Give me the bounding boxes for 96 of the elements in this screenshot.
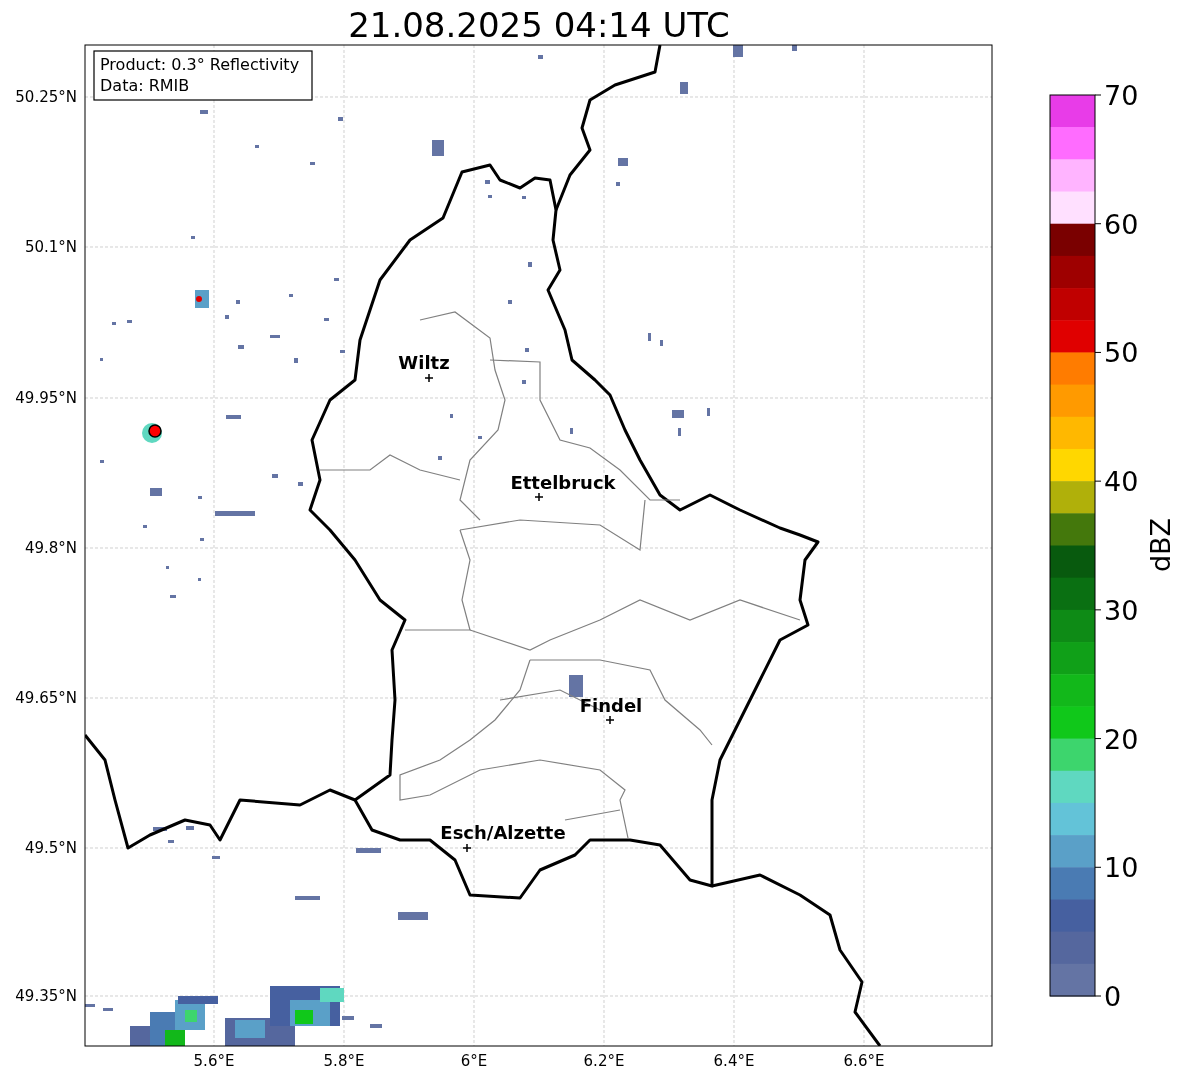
axis-tick-label: 6.2°E [583,1052,625,1070]
legend-text: Data: RMIB [100,76,190,95]
axis-tick-label: 6°E [460,1052,488,1070]
legend-text: Product: 0.3° Reflectivity [100,55,300,74]
city-label: Ettelbruck [510,472,616,493]
radar-echo [127,320,132,323]
radar-echo [295,896,320,900]
colorbar-tick-label: 20 [1104,723,1139,755]
radar-echo [450,414,453,418]
axis-tick-label: 49.65°N [15,689,77,707]
radar-echo [338,117,343,121]
axis-tick-label: 6.6°E [843,1052,885,1070]
radar-echo [168,840,174,843]
colorbar-tick-label: 30 [1104,594,1139,626]
radar-echo [270,335,280,338]
radar-echo [200,538,204,541]
radar-echo [198,496,202,499]
radar-echo [522,196,526,199]
radar-echo [432,140,444,156]
radar-echo [485,180,490,184]
radar-echo [569,675,583,697]
radar-echo [370,1024,382,1028]
colorbar-tick-label: 10 [1104,852,1139,884]
radar-echo [191,236,195,239]
radar-echo [272,474,278,478]
radar-echo [310,162,315,165]
radar-echo [522,380,526,384]
radar-echo [733,45,743,57]
axis-tick-label: 50.25°N [15,88,77,106]
city-label: Wiltz [398,352,450,373]
colorbar-tick-label: 50 [1104,337,1139,369]
radar-echo [525,348,529,352]
radar-echo [166,566,169,569]
radar-echo [334,278,339,281]
radar-echo [672,410,684,418]
radar-site-marker-icon [148,424,162,438]
radar-echo [538,55,543,59]
radar-echo [298,482,303,486]
radar-echo [618,158,628,166]
radar-echo [680,82,688,94]
city-label: Findel [579,695,643,716]
radar-echo [528,262,532,267]
axis-tick-label: 50.1°N [24,238,77,256]
radar-echo [236,300,240,304]
radar-echo [570,428,573,434]
radar-echo [660,340,663,346]
city-label: Esch/Alzette [440,822,566,843]
radar-echo [438,456,442,460]
radar-echo [678,428,681,436]
radar-echo [170,595,176,598]
radar-echo [648,333,651,341]
radar-echo [340,350,345,353]
axis-tick-label: 5.8°E [323,1052,365,1070]
radar-echo [508,300,512,304]
city-marker-icon [462,843,472,853]
colorbar-tick-label: 60 [1104,208,1139,240]
radar-echo [478,436,482,439]
axis-tick-label: 49.95°N [15,389,77,407]
city-marker-icon [534,492,544,502]
radar-echo [198,578,201,581]
colorbar-tick-label: 0 [1104,981,1122,1012]
radar-echo [792,45,797,51]
radar-echo [100,358,103,361]
radar-echo [153,827,167,831]
city-marker-icon [605,715,615,725]
radar-echo [255,145,259,148]
radar-echo [238,345,244,349]
radar-echo [100,460,104,463]
radar-echo [398,912,428,920]
radar-echo [488,195,492,198]
radar-echo [212,856,220,859]
radar-echo [356,848,381,853]
radar-echo [215,511,255,516]
axis-tick-label: 49.8°N [24,539,77,557]
radar-echo [616,182,620,186]
axis-tick-label: 49.35°N [15,987,77,1005]
radar-echo [324,318,329,321]
colorbar-label: dBZ [1145,517,1176,573]
radar-echo [707,408,710,416]
axis-tick-label: 5.6°E [193,1052,235,1070]
radar-echo [200,110,208,114]
city-marker-icon [424,373,434,383]
colorbar-tick-label: 40 [1104,466,1139,498]
radar-echo [294,358,298,363]
radar-echo [225,315,229,319]
chart-title: 21.08.2025 04:14 UTC [348,5,730,45]
radar-echo [226,415,241,419]
radar-echo [186,826,194,830]
radar-echo [289,294,293,297]
axis-tick-label: 6.4°E [713,1052,755,1070]
radar-echo [342,1016,354,1020]
radar-echo [150,488,162,496]
radar-echo [112,322,116,325]
radar-echo [143,525,147,528]
axis-tick-label: 49.5°N [24,839,77,857]
colorbar-tick-label: 70 [1104,80,1139,111]
